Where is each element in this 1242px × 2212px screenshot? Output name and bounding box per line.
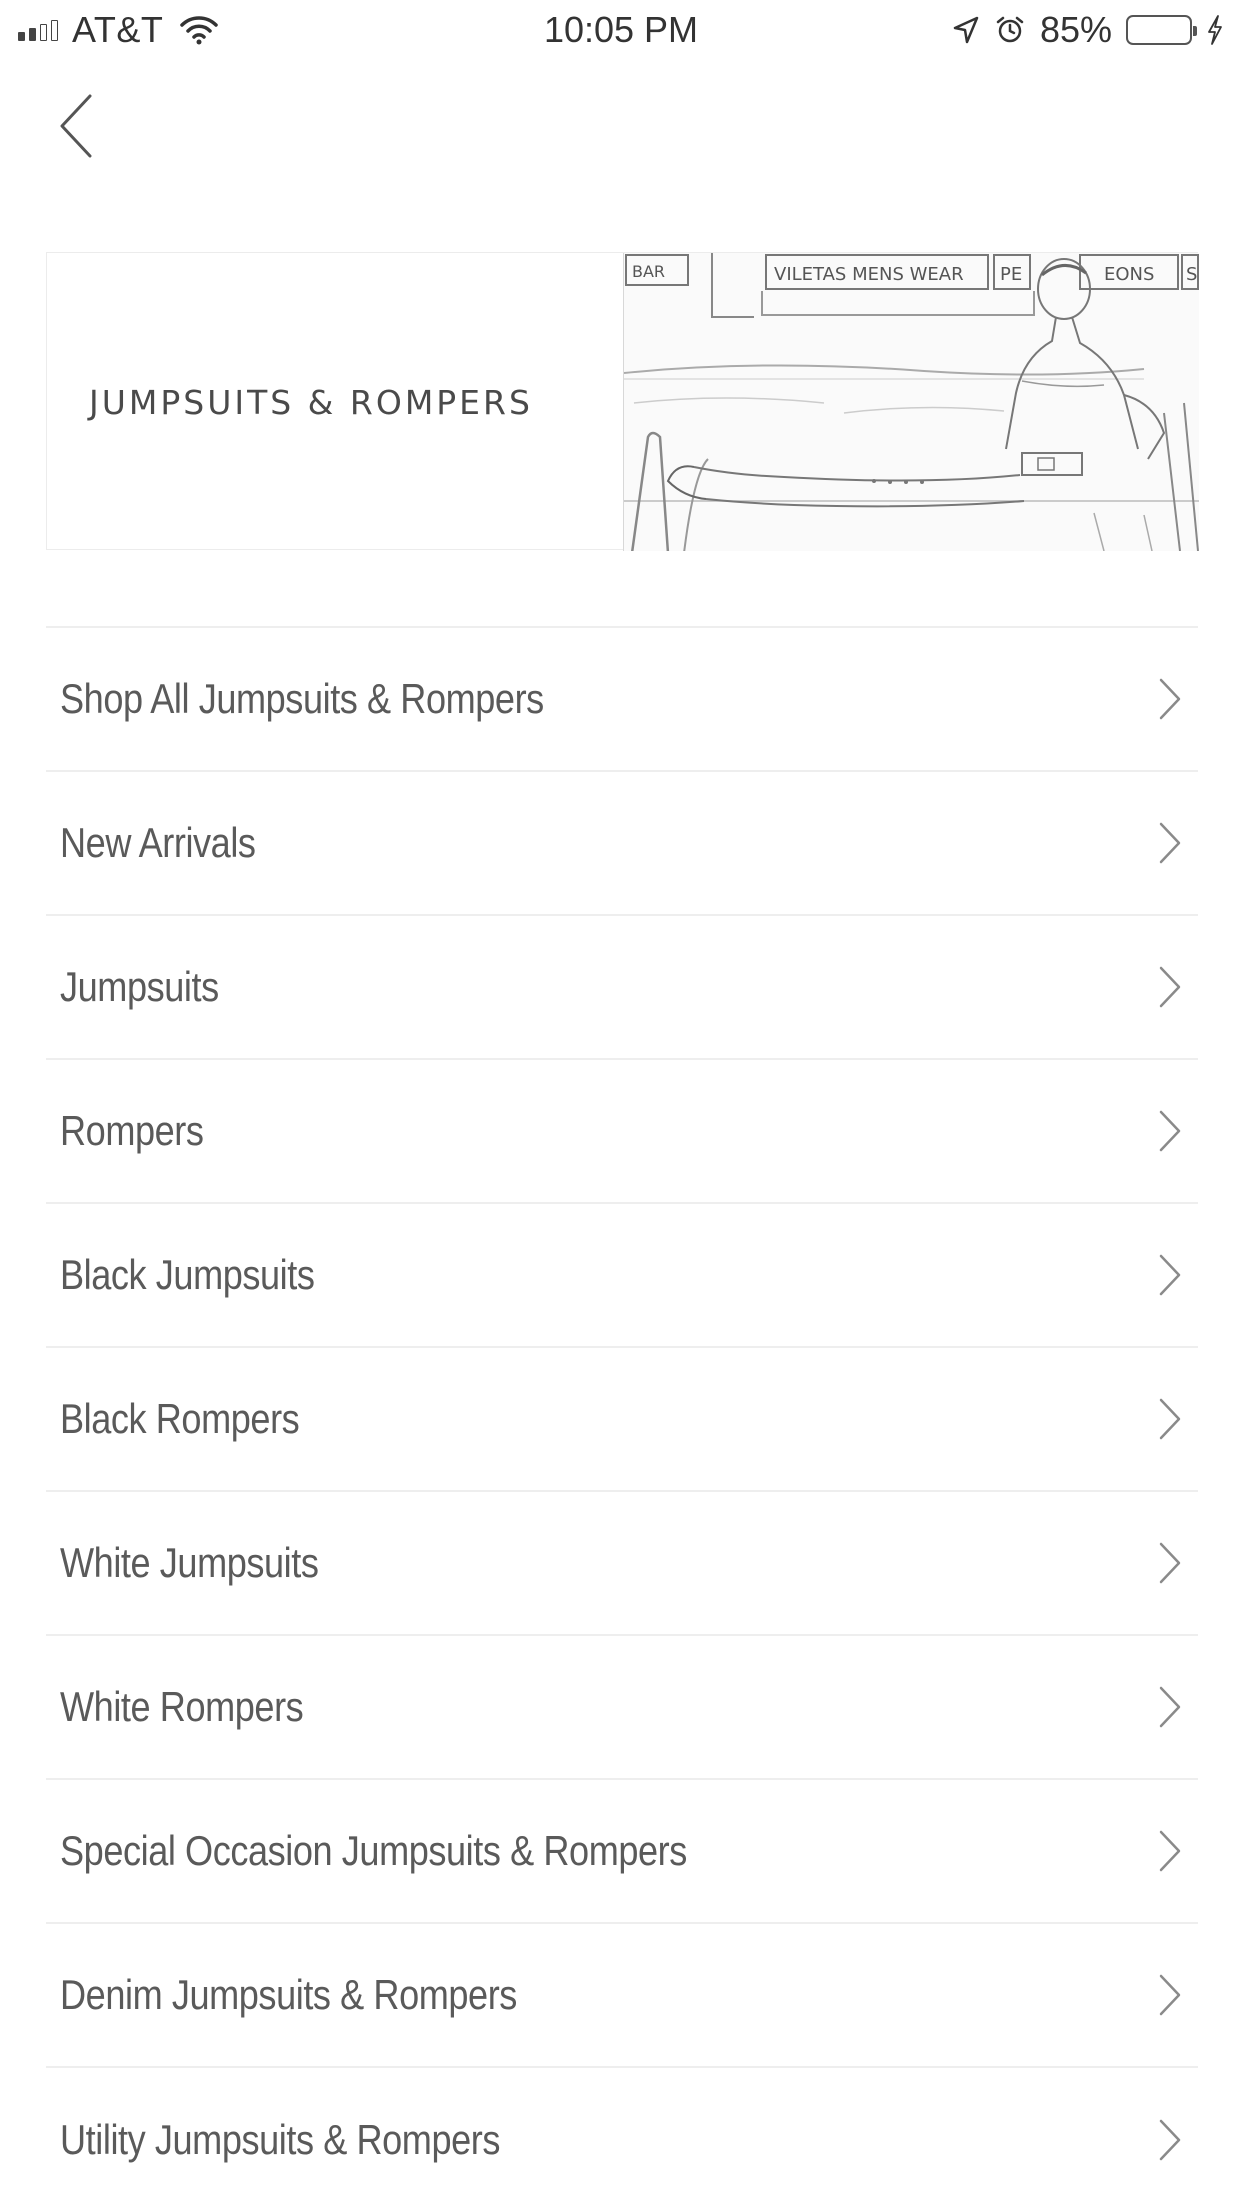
menu-item[interactable]: Rompers [46,1060,1198,1204]
chevron-right-icon [1159,1542,1181,1584]
charging-bolt-icon [1208,15,1222,45]
menu-item-label: Rompers [60,1107,204,1154]
status-right: 85% [952,8,1224,52]
menu-item-label: Jumpsuits [60,963,219,1010]
menu-item-label: Black Rompers [60,1395,300,1442]
menu-item[interactable]: Shop All Jumpsuits & Rompers [46,628,1198,772]
chevron-right-icon [1159,822,1181,864]
menu-item-label: White Rompers [60,1683,304,1730]
location-arrow-icon [953,16,979,44]
chevron-right-icon [1159,2119,1181,2161]
hero-photo-illustration: BAR VILETAS MENS WEAR PE EONS S [624,253,1199,551]
sign-viletas: VILETAS MENS WEAR [774,264,964,285]
menu-item-label: Black Jumpsuits [60,1251,315,1298]
alarm-icon [996,16,1024,43]
chevron-right-icon [1159,678,1181,720]
chevron-right-icon [1159,1830,1181,1872]
menu-item-label: New Arrivals [60,819,256,866]
status-bar: AT&T 10:05 PM 85% [0,0,1242,60]
chevron-right-icon [1159,1110,1181,1152]
menu-item[interactable]: Special Occasion Jumpsuits & Rompers [46,1780,1198,1924]
menu-item-label: Utility Jumpsuits & Rompers [60,2116,500,2163]
menu-item[interactable]: Utility Jumpsuits & Rompers [46,2068,1198,2212]
menu-item[interactable]: Denim Jumpsuits & Rompers [46,1924,1198,2068]
chevron-right-icon [1159,1974,1181,2016]
category-menu-list: Shop All Jumpsuits & Rompers New Arrivals… [46,626,1198,2212]
back-button[interactable] [50,86,110,166]
menu-item-label: White Jumpsuits [60,1539,319,1586]
menu-item[interactable]: Black Rompers [46,1348,1198,1492]
sign-eons: EONS [1104,264,1154,285]
battery-icon [1126,15,1197,45]
menu-item[interactable]: Black Jumpsuits [46,1204,1198,1348]
menu-item[interactable]: New Arrivals [46,772,1198,916]
sign-pe: PE [1000,264,1022,285]
chevron-right-icon [1159,966,1181,1008]
chevron-right-icon [1159,1686,1181,1728]
menu-item-label: Shop All Jumpsuits & Rompers [60,675,544,722]
chevron-right-icon [1159,1254,1181,1296]
menu-item[interactable]: Jumpsuits [46,916,1198,1060]
sign-bar: BAR [632,262,665,281]
category-hero-banner[interactable]: JUMPSUITS & ROMPERS BAR VILETAS MENS WEA… [46,252,1199,551]
chevron-right-icon [1159,1398,1181,1440]
category-title: JUMPSUITS & ROMPERS [89,382,533,422]
menu-item-label: Denim Jumpsuits & Rompers [60,1971,517,2018]
menu-item-label: Special Occasion Jumpsuits & Rompers [60,1827,687,1874]
hero-photo: BAR VILETAS MENS WEAR PE EONS S [623,253,1199,551]
sign-s: S [1186,264,1197,285]
menu-item[interactable]: White Jumpsuits [46,1492,1198,1636]
chevron-left-icon [60,94,92,158]
menu-item[interactable]: White Rompers [46,1636,1198,1780]
battery-percent: 85% [1039,9,1112,50]
